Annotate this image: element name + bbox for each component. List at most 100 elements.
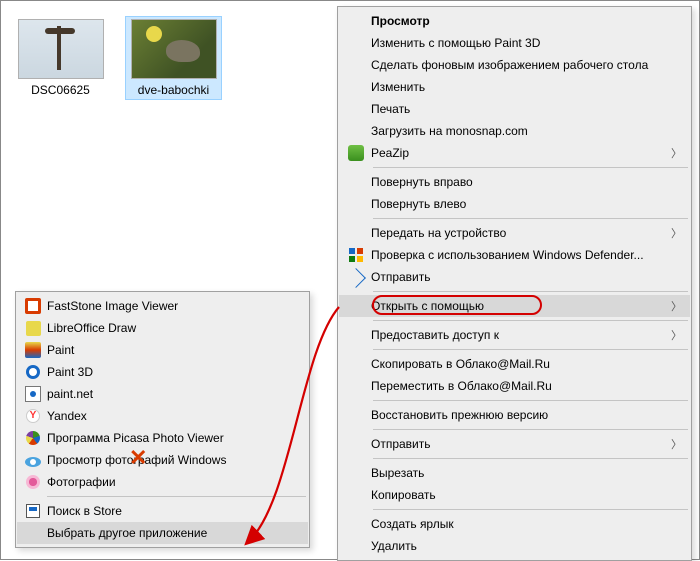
cm-label: Выбрать другое приложение — [47, 526, 300, 540]
picasa-icon — [19, 431, 47, 445]
cm-label: Скопировать в Облако@Mail.Ru — [371, 357, 682, 371]
cm-label: Печать — [371, 102, 682, 116]
cm-label: Создать ярлык — [371, 517, 682, 531]
cm-label: FastStone Image Viewer — [47, 299, 300, 313]
cm-label: Загрузить на monosnap.com — [371, 124, 682, 138]
paint-icon — [19, 342, 47, 358]
ow-photos[interactable]: Фотографии — [17, 471, 308, 493]
cm-delete[interactable]: Удалить — [339, 535, 690, 557]
cm-copy-mailru[interactable]: Скопировать в Облако@Mail.Ru — [339, 353, 690, 375]
cm-label: Проверка с использованием Windows Defend… — [371, 248, 682, 262]
store-icon — [19, 504, 47, 518]
cm-label: Переместить в Облако@Mail.Ru — [371, 379, 682, 393]
separator — [373, 167, 688, 168]
separator — [373, 291, 688, 292]
context-menu: Просмотр Изменить с помощью Paint 3D Сде… — [337, 6, 692, 561]
ow-paintnet[interactable]: paint.net — [17, 383, 308, 405]
cm-cut[interactable]: Вырезать — [339, 462, 690, 484]
yandex-icon: Y — [19, 409, 47, 423]
cm-label: Восстановить прежнюю версию — [371, 408, 682, 422]
chevron-right-icon: 〉 — [671, 225, 682, 241]
cm-label: Paint — [47, 343, 300, 357]
cm-label: Paint 3D — [47, 365, 300, 379]
cm-shortcut[interactable]: Создать ярлык — [339, 513, 690, 535]
cm-rotate-left[interactable]: Повернуть влево — [339, 193, 690, 215]
ow-paint3d[interactable]: Paint 3D — [17, 361, 308, 383]
cm-label: Копировать — [371, 488, 682, 502]
cm-share-access[interactable]: Предоставить доступ к 〉 — [339, 324, 690, 346]
defender-icon — [341, 248, 371, 262]
cm-label: Открыть с помощью — [371, 299, 671, 313]
file-item-dve-babochki[interactable]: dve-babochki — [126, 17, 221, 99]
cm-label: paint.net — [47, 387, 300, 401]
cm-edit[interactable]: Изменить — [339, 76, 690, 98]
photos-icon — [19, 475, 47, 489]
photo-viewer-icon — [19, 454, 47, 467]
faststone-icon — [19, 298, 47, 314]
cm-label: Повернуть вправо — [371, 175, 682, 189]
separator — [373, 400, 688, 401]
cm-label: Просмотр фотографий Windows — [47, 453, 300, 467]
cm-label: Фотографии — [47, 475, 300, 489]
file-label: dve-babochki — [138, 83, 209, 97]
cm-send-to[interactable]: Отправить 〉 — [339, 433, 690, 455]
cm-label: Поиск в Store — [47, 504, 300, 518]
ow-choose-other[interactable]: Выбрать другое приложение — [17, 522, 308, 544]
cm-label: Отправить — [371, 437, 671, 451]
cm-label: Изменить — [371, 80, 682, 94]
ow-store[interactable]: Поиск в Store — [17, 500, 308, 522]
cm-label: Предоставить доступ к — [371, 328, 671, 342]
cm-send[interactable]: Отправить — [339, 266, 690, 288]
separator — [373, 429, 688, 430]
cm-set-wallpaper[interactable]: Сделать фоновым изображением рабочего ст… — [339, 54, 690, 76]
libreoffice-draw-icon — [19, 321, 47, 336]
chevron-right-icon: 〉 — [671, 327, 682, 343]
paint3d-icon — [19, 365, 47, 379]
cm-label: LibreOffice Draw — [47, 321, 300, 335]
cm-view[interactable]: Просмотр — [339, 10, 690, 32]
cm-open-with[interactable]: Открыть с помощью 〉 — [339, 295, 690, 317]
open-with-submenu: FastStone Image Viewer LibreOffice Draw … — [15, 291, 310, 548]
file-thumbnail — [131, 19, 217, 79]
cm-copy[interactable]: Копировать — [339, 484, 690, 506]
cm-label: PeaZip — [371, 146, 671, 160]
cm-move-mailru[interactable]: Переместить в Облако@Mail.Ru — [339, 375, 690, 397]
ow-yandex[interactable]: Y Yandex — [17, 405, 308, 427]
cm-print[interactable]: Печать — [339, 98, 690, 120]
ow-faststone[interactable]: FastStone Image Viewer — [17, 295, 308, 317]
cm-monosnap[interactable]: Загрузить на monosnap.com — [339, 120, 690, 142]
paintnet-icon — [19, 386, 47, 402]
ow-picasa[interactable]: Программа Picasa Photo Viewer — [17, 427, 308, 449]
cm-label: Передать на устройство — [371, 226, 671, 240]
ow-photo-viewer[interactable]: Просмотр фотографий Windows ✕ — [17, 449, 308, 471]
cm-label: Вырезать — [371, 466, 682, 480]
file-item-dsc06625[interactable]: DSC06625 — [13, 17, 108, 99]
share-icon — [341, 269, 371, 285]
cm-label: Просмотр — [371, 14, 682, 28]
separator — [47, 496, 306, 497]
cm-defender[interactable]: Проверка с использованием Windows Defend… — [339, 244, 690, 266]
cm-peazip[interactable]: PeaZip 〉 — [339, 142, 690, 164]
separator — [373, 320, 688, 321]
cm-label: Удалить — [371, 539, 682, 553]
ow-libreoffice-draw[interactable]: LibreOffice Draw — [17, 317, 308, 339]
chevron-right-icon: 〉 — [671, 298, 682, 314]
cm-rotate-right[interactable]: Повернуть вправо — [339, 171, 690, 193]
cm-label: Сделать фоновым изображением рабочего ст… — [371, 58, 682, 72]
file-thumbnail — [18, 19, 104, 79]
separator — [373, 218, 688, 219]
cm-label: Отправить — [371, 270, 682, 284]
peazip-icon — [341, 145, 371, 161]
cm-label: Программа Picasa Photo Viewer — [47, 431, 300, 445]
separator — [373, 458, 688, 459]
cm-label: Изменить с помощью Paint 3D — [371, 36, 682, 50]
cm-edit-paint3d[interactable]: Изменить с помощью Paint 3D — [339, 32, 690, 54]
chevron-right-icon: 〉 — [671, 436, 682, 452]
separator — [373, 509, 688, 510]
ow-paint[interactable]: Paint — [17, 339, 308, 361]
cm-label: Yandex — [47, 409, 300, 423]
cm-cast[interactable]: Передать на устройство 〉 — [339, 222, 690, 244]
cm-label: Повернуть влево — [371, 197, 682, 211]
cm-restore[interactable]: Восстановить прежнюю версию — [339, 404, 690, 426]
chevron-right-icon: 〉 — [671, 145, 682, 161]
